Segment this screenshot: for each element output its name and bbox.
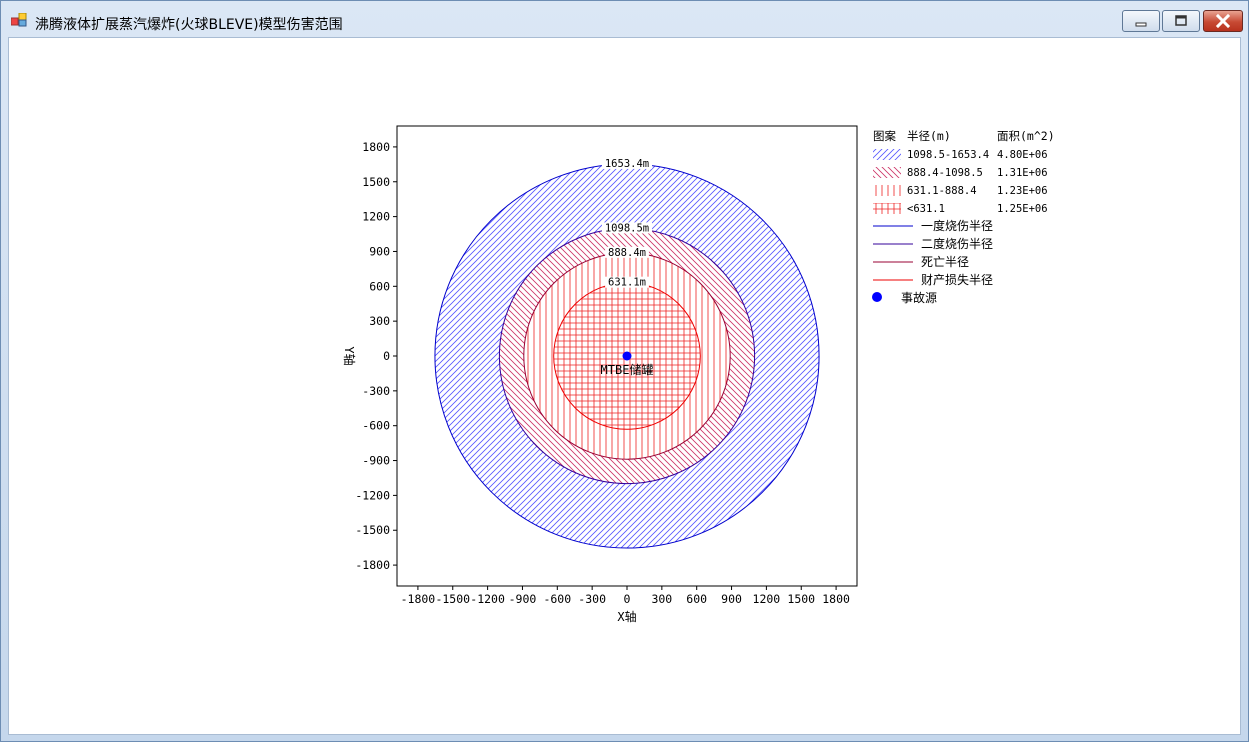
legend-header-area: 面积(m^2) bbox=[997, 129, 1055, 143]
legend-swatch-diag-right bbox=[873, 149, 901, 160]
y-tick-label: -900 bbox=[362, 454, 390, 468]
legend-zone-area: 1.31E+06 bbox=[997, 167, 1048, 179]
x-axis-label: X轴 bbox=[617, 609, 636, 624]
x-tick-label: 1200 bbox=[753, 592, 781, 606]
y-tick-label: -1500 bbox=[355, 523, 390, 537]
legend-zone-range: 631.1-888.4 bbox=[907, 185, 977, 197]
legend-source-marker bbox=[872, 292, 882, 302]
legend-zone-range: 888.4-1098.5 bbox=[907, 167, 983, 179]
x-tick-label: 1800 bbox=[822, 592, 850, 606]
legend: 图案 半径(m) 面积(m^2) 1098.5-1653.4 4.80E+06 888.4… bbox=[872, 129, 1055, 305]
x-tick-label: -900 bbox=[509, 592, 537, 606]
y-tick-label: -600 bbox=[362, 419, 390, 433]
close-button[interactable] bbox=[1203, 10, 1243, 32]
title-bar[interactable]: 沸腾液体扩展蒸汽爆炸(火球BLEVE)模型伤害范围 bbox=[1, 1, 1248, 37]
legend-swatch-grid bbox=[873, 203, 901, 214]
radius-label: 1098.5m bbox=[605, 222, 649, 234]
x-tick-label: -1800 bbox=[401, 592, 436, 606]
y-tick-label: -1200 bbox=[355, 488, 390, 502]
radius-label: 1653.4m bbox=[605, 158, 649, 170]
source-label: MTBE储罐 bbox=[601, 362, 654, 377]
x-tick-label: -300 bbox=[578, 592, 606, 606]
legend-circle-name: 一度烧伤半径 bbox=[921, 218, 993, 233]
x-tick-label: 0 bbox=[624, 592, 631, 606]
legend-header-radius: 半径(m) bbox=[907, 129, 951, 143]
damage-range-chart: 1653.4m 1098.5m 888.4m 631.1m MTBE储罐 1800 15… bbox=[342, 125, 1055, 624]
minimize-icon bbox=[1135, 22, 1147, 27]
y-tick-label: 1800 bbox=[362, 140, 390, 154]
y-axis-label: Y轴 bbox=[342, 346, 357, 365]
close-icon bbox=[1215, 13, 1231, 29]
y-tick-label: 0 bbox=[383, 349, 390, 363]
x-tick-label: 1500 bbox=[787, 592, 815, 606]
y-tick-label: 600 bbox=[369, 279, 390, 293]
source-point bbox=[622, 351, 632, 361]
x-tick-label: -1500 bbox=[435, 592, 470, 606]
x-tick-label: 300 bbox=[651, 592, 672, 606]
app-window: 沸腾液体扩展蒸汽爆炸(火球BLEVE)模型伤害范围 1653.4m 1098.5m… bbox=[0, 0, 1249, 742]
legend-zone-area: 1.23E+06 bbox=[997, 185, 1048, 197]
y-tick-label: 300 bbox=[369, 314, 390, 328]
client-area: 1653.4m 1098.5m 888.4m 631.1m MTBE储罐 1800 15… bbox=[8, 37, 1241, 735]
minimize-button[interactable] bbox=[1122, 10, 1160, 32]
legend-swatch-diag-left bbox=[873, 167, 901, 178]
legend-circle-name: 财产损失半径 bbox=[921, 272, 993, 287]
y-tick-label: 1200 bbox=[362, 210, 390, 224]
legend-zone-range: <631.1 bbox=[907, 203, 945, 215]
radius-label: 631.1m bbox=[608, 277, 646, 289]
maximize-button[interactable] bbox=[1162, 10, 1200, 32]
legend-swatch-vertical bbox=[873, 185, 901, 196]
maximize-icon bbox=[1175, 15, 1187, 26]
x-tick-label: -600 bbox=[543, 592, 571, 606]
app-icon bbox=[11, 13, 27, 27]
legend-header-pattern: 图案 bbox=[873, 129, 896, 143]
legend-circle-name: 死亡半径 bbox=[921, 255, 969, 269]
y-tick-label: 1500 bbox=[362, 175, 390, 189]
legend-zone-range: 1098.5-1653.4 bbox=[907, 149, 989, 161]
legend-zone-area: 4.80E+06 bbox=[997, 149, 1048, 161]
x-tick-label: -1200 bbox=[470, 592, 505, 606]
legend-circle-name: 二度烧伤半径 bbox=[921, 236, 993, 251]
y-tick-label: -300 bbox=[362, 384, 390, 398]
legend-zone-area: 1.25E+06 bbox=[997, 203, 1048, 215]
x-tick-label: 600 bbox=[686, 592, 707, 606]
y-tick-label: -1800 bbox=[355, 558, 390, 572]
radius-label: 888.4m bbox=[608, 247, 646, 259]
legend-source-name: 事故源 bbox=[901, 290, 937, 305]
window-title: 沸腾液体扩展蒸汽爆炸(火球BLEVE)模型伤害范围 bbox=[35, 17, 343, 33]
y-tick-label: 900 bbox=[369, 244, 390, 258]
x-tick-label: 900 bbox=[721, 592, 742, 606]
